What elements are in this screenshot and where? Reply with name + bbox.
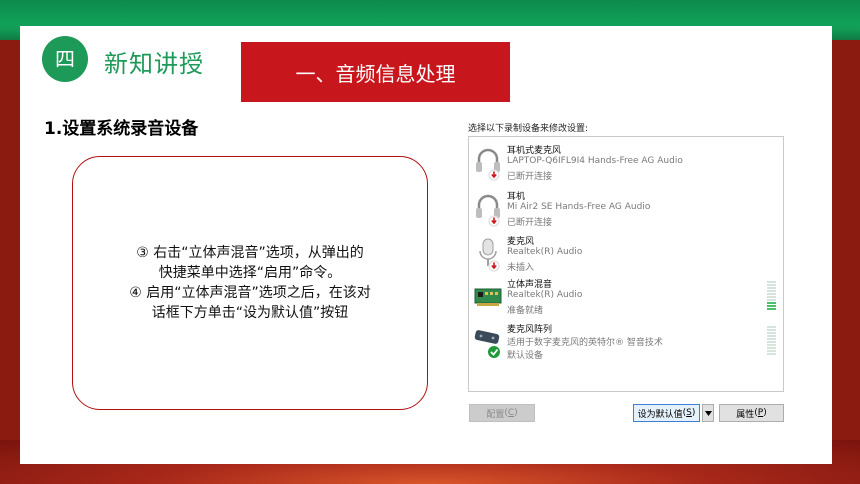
microphone-icon: [479, 238, 500, 272]
level-meter-segment: [767, 293, 776, 295]
properties-accesskey: P: [757, 408, 764, 418]
step-title: 1.设置系统录音设备: [44, 119, 199, 139]
topic-banner-label: 一、音频信息处理: [295, 61, 456, 86]
recording-dialog-header: 选择以下录制设备来修改设置:: [468, 124, 589, 134]
level-meter-segment: [767, 329, 776, 331]
device-name: 麦克风: [507, 237, 535, 247]
recording-device-list[interactable]: 耳机式麦克风 LAPTOP-Q6IFL9I4 Hands-Free AG Aud…: [468, 136, 784, 392]
level-meter: [767, 281, 776, 311]
device-detail: Realtek(R) Audio: [507, 290, 583, 300]
device-status: 默认设备: [507, 351, 544, 361]
instruction-note-box: ③ 右击“立体声混音”选项，从弹出的 快捷菜单中选择“启用”命令。 ④ 启用“立…: [72, 156, 428, 410]
level-meter-segment: [767, 302, 776, 304]
note-line: ④ 启用“立体声混音”选项之后，在该对: [129, 285, 371, 301]
chevron-down-icon: [704, 410, 712, 416]
device-item-stereo-mix[interactable]: 立体声混音 Realtek(R) Audio 准备就绪: [469, 275, 785, 319]
device-detail: 适用于数字麦克风的英特尔® 智音技术: [507, 338, 663, 348]
level-meter-segment: [767, 338, 776, 340]
device-item-microphone[interactable]: 麦克风 Realtek(R) Audio 未插入: [469, 232, 785, 276]
device-detail: Realtek(R) Audio: [507, 247, 583, 257]
set-default-dropdown-button[interactable]: [702, 404, 714, 422]
configure-label: 配置: [486, 409, 505, 420]
set-default-button[interactable]: 设为默认值(S): [633, 404, 700, 422]
disconnected-badge-icon: [488, 215, 500, 227]
device-name: 耳机: [507, 192, 526, 202]
set-default-accesskey: S: [686, 408, 692, 418]
note-line: ③ 右击“立体声混音”选项，从弹出的: [136, 245, 364, 261]
default-check-icon: [488, 346, 500, 358]
device-status: 准备就绪: [507, 306, 544, 316]
level-meter-segment: [767, 299, 776, 301]
properties-button[interactable]: 属性(P): [719, 404, 784, 422]
level-meter-segment: [767, 296, 776, 298]
level-meter-segment: [767, 335, 776, 337]
configure-button[interactable]: 配置(C): [469, 404, 535, 422]
level-meter-segment: [767, 290, 776, 292]
level-meter-segment: [767, 341, 776, 343]
device-status: 已断开连接: [507, 218, 553, 228]
configure-accesskey: C: [507, 408, 515, 418]
device-status: 未插入: [507, 263, 535, 273]
level-meter: [767, 326, 776, 356]
level-meter-segment: [767, 350, 776, 352]
set-default-label: 设为默认值: [637, 409, 683, 420]
device-item-mic-array[interactable]: 麦克风阵列 适用于数字麦克风的英特尔® 智音技术 默认设备: [469, 320, 785, 364]
section-number-badge: 四: [42, 36, 88, 82]
topic-banner: 一、音频信息处理: [241, 42, 510, 102]
headset-icon: [476, 148, 500, 181]
level-meter-segment: [767, 347, 776, 349]
device-detail: LAPTOP-Q6IFL9I4 Hands-Free AG Audio: [507, 156, 683, 166]
device-detail: Mi Air2 SE Hands-Free AG Audio: [507, 202, 651, 212]
device-item-headset-mic[interactable]: 耳机式麦克风 LAPTOP-Q6IFL9I4 Hands-Free AG Aud…: [469, 141, 785, 185]
headset-icon: [476, 194, 500, 227]
level-meter-segment: [767, 284, 776, 286]
disconnected-badge-icon: [488, 169, 500, 181]
level-meter-segment: [767, 305, 776, 307]
level-meter-segment: [767, 332, 776, 334]
unplugged-badge-icon: [488, 260, 500, 272]
level-meter-segment: [767, 287, 776, 289]
device-name: 立体声混音: [507, 280, 553, 290]
sound-card-icon: [474, 288, 502, 306]
mic-array-icon: [474, 330, 500, 358]
device-status: 已断开连接: [507, 172, 553, 182]
note-line: 话框下方单击“设为默认值”按钮: [151, 305, 349, 321]
note-line: 快捷菜单中选择“启用”命令。: [158, 265, 342, 281]
level-meter-segment: [767, 281, 776, 283]
device-name: 耳机式麦克风: [507, 146, 562, 156]
level-meter-segment: [767, 353, 776, 355]
properties-label: 属性: [736, 409, 755, 420]
device-item-headphones[interactable]: 耳机 Mi Air2 SE Hands-Free AG Audio 已断开连接: [469, 187, 785, 231]
level-meter-segment: [767, 344, 776, 346]
section-title: 新知讲授: [104, 50, 204, 78]
level-meter-segment: [767, 326, 776, 328]
level-meter-segment: [767, 308, 776, 310]
device-name: 麦克风阵列: [507, 325, 553, 335]
